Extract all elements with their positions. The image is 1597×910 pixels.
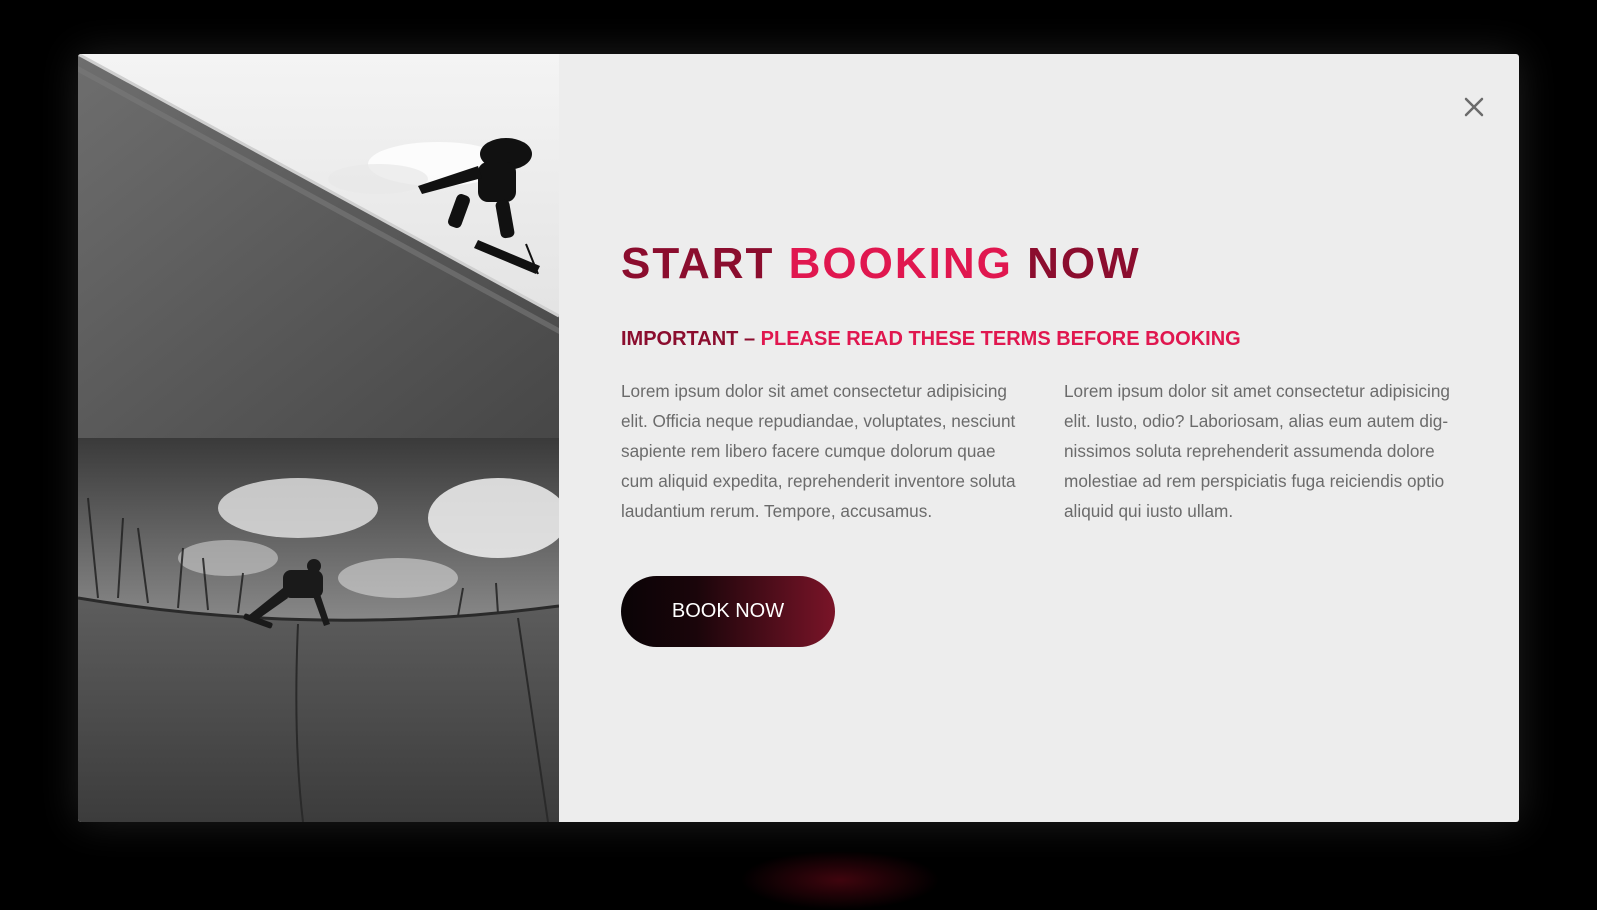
modal-content: START BOOKING NOW IMPORTANT – PLEASE REA… [559, 54, 1519, 822]
terms-subheading: IMPORTANT – PLEASE READ THESE TERMS BEFO… [621, 328, 1241, 351]
title-word-booking: BOOKING [788, 239, 1013, 288]
subheading-important: IMPORTANT – [621, 328, 761, 350]
title-word-start: START [621, 239, 775, 288]
close-button[interactable] [1459, 92, 1489, 122]
background-glow [740, 850, 940, 910]
title-word-now: NOW [1027, 239, 1141, 288]
subheading-terms: PLEASE READ THESE TERMS BEFORE BOOKING [760, 328, 1241, 350]
skater-jumping-ramp-photo [78, 54, 559, 438]
book-now-button[interactable]: BOOK NOW [621, 576, 835, 647]
photo-column [78, 54, 559, 822]
booking-modal: START BOOKING NOW IMPORTANT – PLEASE REA… [78, 54, 1519, 822]
terms-paragraph-left: Lorem ipsum dolor sit amet consectetur a… [621, 381, 1016, 521]
modal-title: START BOOKING NOW [621, 239, 1141, 289]
skater-grinding-bowl-photo [78, 438, 559, 822]
close-icon [1464, 97, 1484, 117]
terms-paragraph-right: Lorem ipsum dolor sit amet consectetur a… [1064, 381, 1450, 521]
